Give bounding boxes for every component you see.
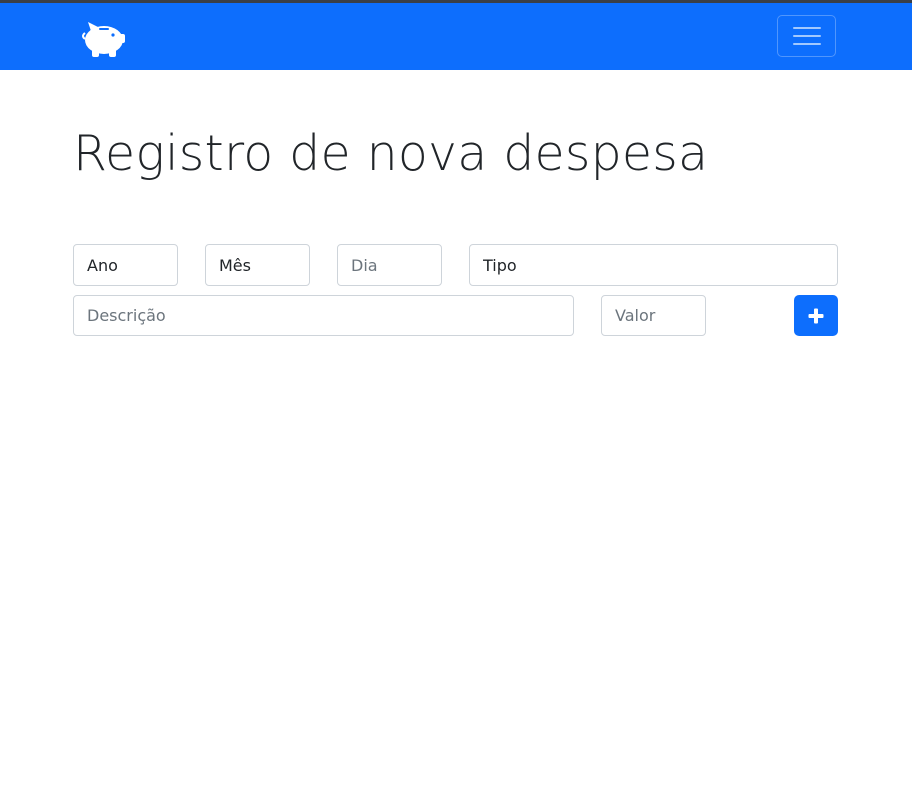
valor-input[interactable] <box>601 295 706 336</box>
navbar <box>0 3 912 70</box>
mes-select[interactable]: Mês <box>205 244 310 286</box>
plus-icon <box>808 308 824 323</box>
descricao-input[interactable] <box>73 295 574 336</box>
hamburger-menu-icon <box>792 21 821 51</box>
tipo-select[interactable]: Tipo <box>469 244 838 286</box>
dia-input[interactable] <box>337 244 442 286</box>
add-expense-button[interactable] <box>794 295 838 336</box>
ano-select[interactable]: Ano <box>73 244 178 286</box>
navbar-toggler-button[interactable] <box>777 15 836 57</box>
ano-select-value: Ano <box>87 255 118 275</box>
page-title: Registro de nova despesa <box>73 125 709 182</box>
mes-select-value: Mês <box>219 255 251 275</box>
piggy-bank-icon[interactable] <box>79 17 127 59</box>
tipo-select-value: Tipo <box>483 255 517 275</box>
